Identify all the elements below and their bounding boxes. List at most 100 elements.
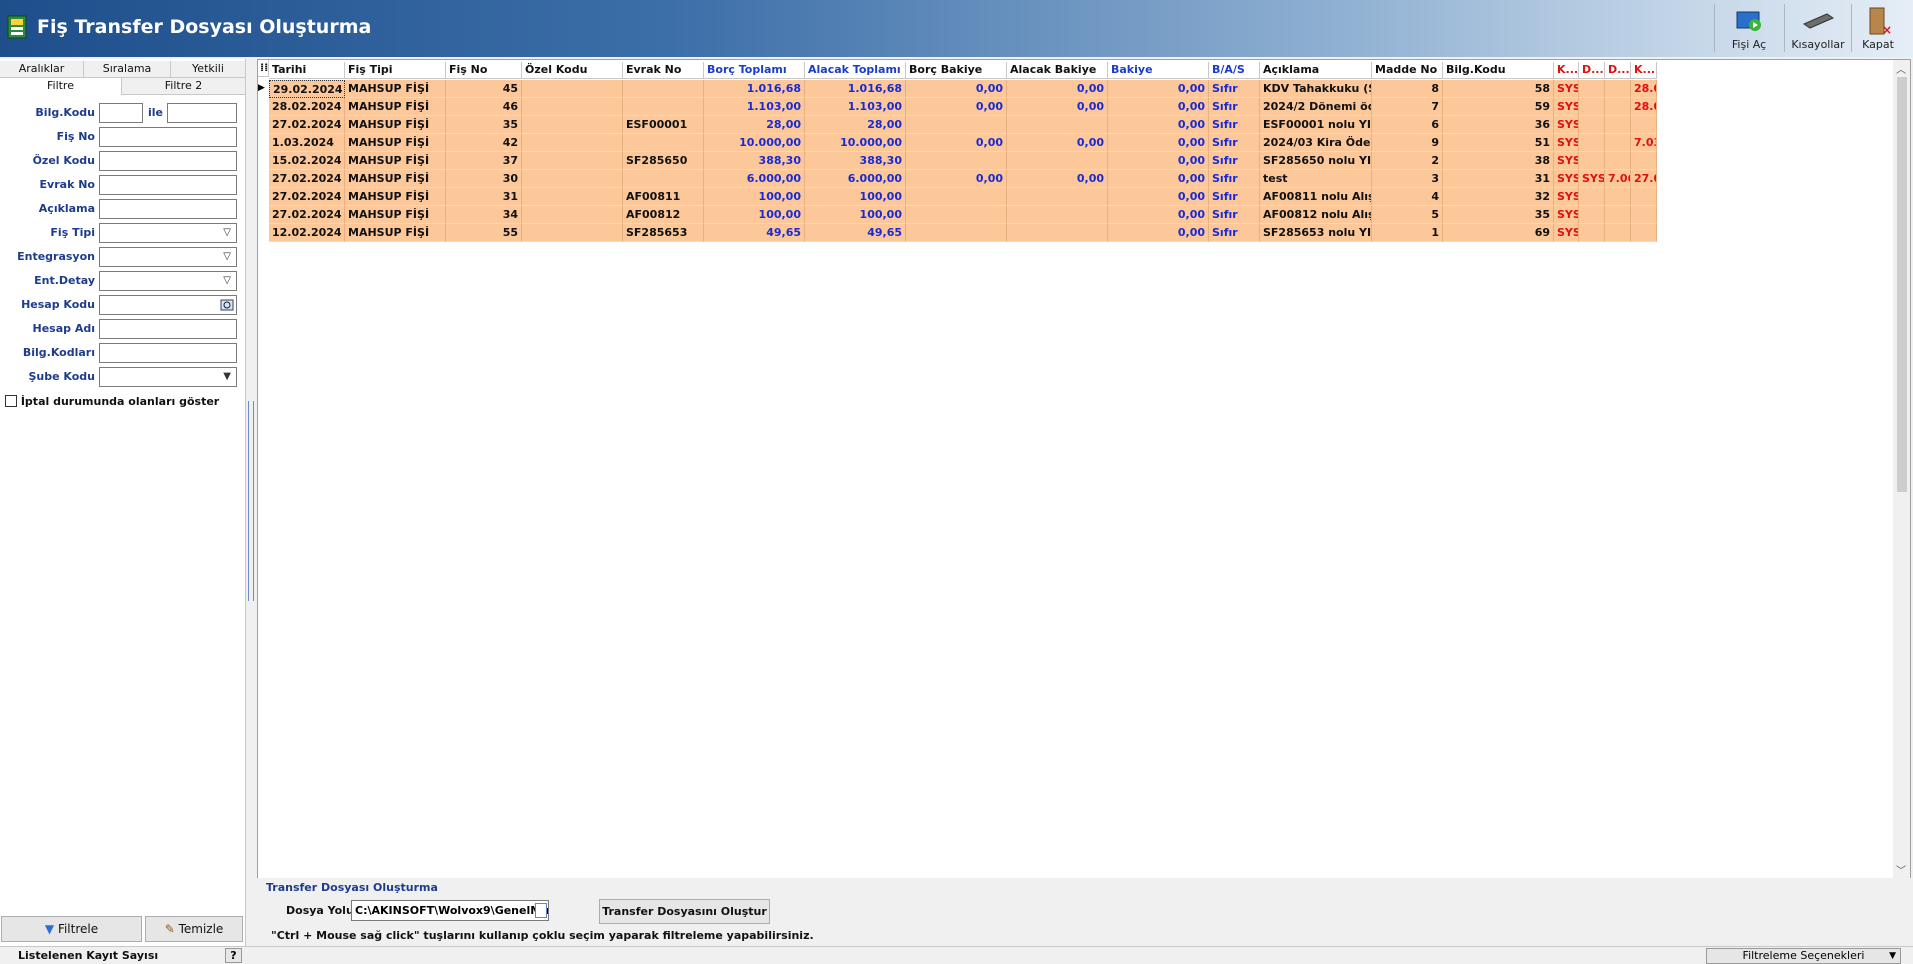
close-button[interactable]: × Kapat [1856,4,1900,54]
cell-credit-total[interactable]: 6.000,00 [805,170,906,188]
cell-d2[interactable] [1605,98,1631,116]
cell-bilg-kodu[interactable]: 32 [1443,188,1554,206]
cell-balance[interactable]: 0,00 [1108,224,1209,242]
cell-debit-total[interactable]: 28,00 [704,116,805,134]
cell-k1[interactable]: SYS [1554,224,1579,242]
cell-voucher-no[interactable]: 34 [446,206,522,224]
cell-date[interactable]: 27.02.2024 [269,206,345,224]
cell-k2[interactable] [1631,224,1657,242]
cell-balance[interactable]: 0,00 [1108,152,1209,170]
cell-bas[interactable]: Sıfır [1209,206,1260,224]
browse-file-icon[interactable] [535,903,547,918]
col-header-voucher-no[interactable]: Fiş No [446,62,522,79]
cell-special-code[interactable] [522,152,623,170]
cell-voucher-no[interactable]: 55 [446,224,522,242]
open-voucher-button[interactable]: Fişi Aç [1720,4,1778,54]
cell-document-no[interactable] [623,134,704,152]
cell-k2[interactable]: 7.03 [1631,134,1657,152]
clear-button[interactable]: ✎ Temizle [145,916,243,942]
cell-credit-balance[interactable] [1007,224,1108,242]
cell-d1[interactable] [1579,116,1605,134]
row-indicator[interactable] [258,188,269,206]
cell-balance[interactable]: 0,00 [1108,80,1209,98]
cell-document-no[interactable]: SF285653 [623,224,704,242]
col-header-credit-total[interactable]: Alacak Toplamı [805,62,906,79]
splitter-grip[interactable] [248,401,254,601]
cell-debit-total[interactable]: 1.103,00 [704,98,805,116]
cell-debit-balance[interactable] [906,152,1007,170]
col-header-k2[interactable]: K... [1631,62,1657,79]
row-indicator[interactable] [258,98,269,116]
cell-k2[interactable] [1631,188,1657,206]
cell-credit-balance[interactable] [1007,188,1108,206]
cell-date[interactable]: 15.02.2024 [269,152,345,170]
cell-debit-balance[interactable] [906,224,1007,242]
cell-balance[interactable]: 0,00 [1108,206,1209,224]
cell-voucher-type[interactable]: MAHSUP FİŞİ [345,80,446,98]
cell-k2[interactable]: 28.0 [1631,80,1657,98]
cell-description[interactable]: AF00812 nolu Alış F [1260,206,1372,224]
fis-no-input[interactable] [99,127,237,147]
cell-item-no[interactable]: 1 [1372,224,1443,242]
ent-detay-select[interactable]: ▽ [99,271,237,291]
scroll-up-icon[interactable]: ︿ [1896,61,1906,76]
col-header-d1[interactable]: D... [1579,62,1605,79]
cell-k1[interactable]: SYS [1554,134,1579,152]
cell-special-code[interactable] [522,206,623,224]
cell-d2[interactable] [1605,188,1631,206]
cell-document-no[interactable]: AF00812 [623,206,704,224]
cell-special-code[interactable] [522,98,623,116]
cell-voucher-type[interactable]: MAHSUP FİŞİ [345,170,446,188]
cell-debit-balance[interactable]: 0,00 [906,170,1007,188]
cell-voucher-no[interactable]: 42 [446,134,522,152]
ozel-kodu-input[interactable] [99,151,237,171]
cell-d2[interactable] [1605,152,1631,170]
row-indicator[interactable] [258,152,269,170]
col-header-d2[interactable]: D... [1605,62,1631,79]
cell-voucher-no[interactable]: 30 [446,170,522,188]
col-header-debit-balance[interactable]: Borç Bakiye [906,62,1007,79]
col-header-balance[interactable]: Bakiye [1108,62,1209,79]
bilg-kodu-start-input[interactable] [99,103,143,123]
grid-vertical-scrollbar[interactable]: ︿ ﹀ [1893,60,1910,878]
col-header-date[interactable]: Tarihi [269,62,345,79]
cell-d1[interactable] [1579,152,1605,170]
hesap-kodu-input[interactable] [99,295,237,315]
path-input[interactable]: C:\AKINSOFT\Wolvox9\GenelMuhasebe [351,900,549,921]
cell-document-no[interactable]: AF00811 [623,188,704,206]
cell-bas[interactable]: Sıfır [1209,170,1260,188]
cell-d2[interactable] [1605,80,1631,98]
cell-k1[interactable]: SYS [1554,152,1579,170]
shortcuts-button[interactable]: Kısayollar [1790,4,1846,54]
cell-special-code[interactable] [522,224,623,242]
cell-description[interactable]: ESF00001 nolu YISF [1260,116,1372,134]
tab-araliklar[interactable]: Aralıklar [0,61,84,78]
cell-k1[interactable]: SYS [1554,116,1579,134]
cell-special-code[interactable] [522,116,623,134]
cell-voucher-type[interactable]: MAHSUP FİŞİ [345,188,446,206]
col-header-bilg-kodu[interactable]: Bilg.Kodu [1443,62,1554,79]
entegrasyon-select[interactable]: ▽ [99,247,237,267]
cell-d1[interactable]: SYS [1579,170,1605,188]
cell-debit-total[interactable]: 6.000,00 [704,170,805,188]
cell-item-no[interactable]: 5 [1372,206,1443,224]
evrak-no-input[interactable] [99,175,237,195]
cell-credit-balance[interactable]: 0,00 [1007,170,1108,188]
cell-debit-balance[interactable] [906,188,1007,206]
cell-voucher-type[interactable]: MAHSUP FİŞİ [345,152,446,170]
cell-bas[interactable]: Sıfır [1209,80,1260,98]
cell-description[interactable]: test [1260,170,1372,188]
cell-special-code[interactable] [522,134,623,152]
bilg-kodlari-input[interactable] [99,343,237,363]
cell-voucher-type[interactable]: MAHSUP FİŞİ [345,206,446,224]
iptal-checkbox[interactable] [5,395,17,407]
cell-date[interactable]: 29.02.2024 [269,80,345,98]
grid-corner-icon[interactable]: ⁞⁞ [258,60,269,77]
cell-credit-balance[interactable]: 0,00 [1007,80,1108,98]
help-button[interactable]: ? [225,948,242,963]
row-indicator[interactable] [258,170,269,188]
scroll-down-icon[interactable]: ﹀ [1896,862,1906,877]
cell-document-no[interactable] [623,98,704,116]
cell-voucher-type[interactable]: MAHSUP FİŞİ [345,116,446,134]
col-header-bas[interactable]: B/A/S [1209,62,1260,79]
